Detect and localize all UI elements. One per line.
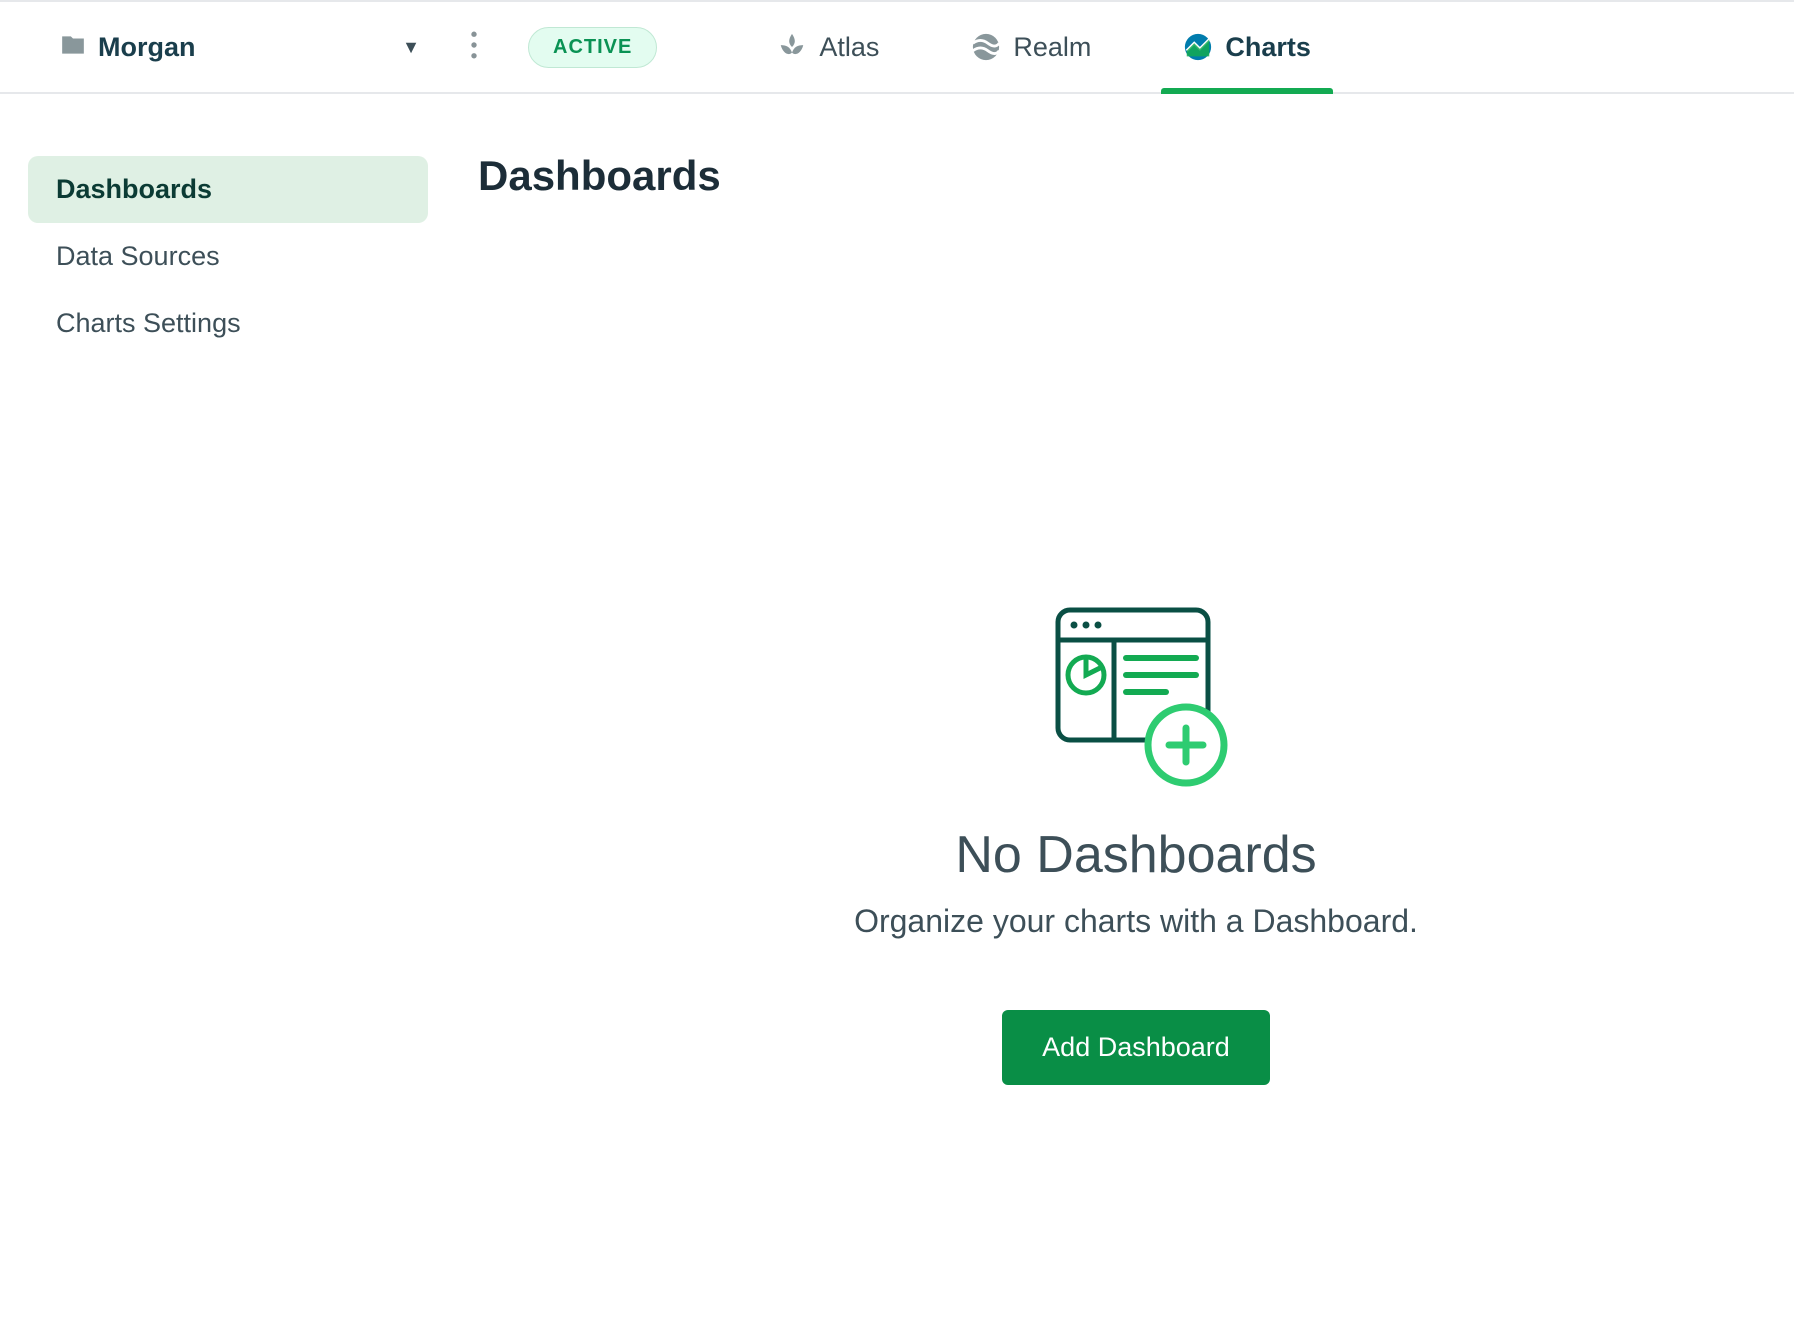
sidebar-item-data-sources[interactable]: Data Sources <box>28 223 428 290</box>
top-tabs: Atlas Realm Charts <box>755 2 1333 92</box>
tab-realm[interactable]: Realm <box>949 2 1113 92</box>
tab-atlas[interactable]: Atlas <box>755 2 901 92</box>
project-name: Morgan <box>98 32 196 63</box>
status-badge: ACTIVE <box>528 27 657 68</box>
main-content: Dashboards <box>428 156 1794 1085</box>
tab-label: Atlas <box>819 32 879 63</box>
empty-state: No Dashboards Organize your charts with … <box>706 600 1566 1085</box>
charts-icon <box>1183 32 1213 62</box>
sidebar-item-label: Data Sources <box>56 241 220 271</box>
tab-label: Charts <box>1225 32 1311 63</box>
empty-state-subtitle: Organize your charts with a Dashboard. <box>854 903 1418 940</box>
sidebar-item-label: Dashboards <box>56 174 212 204</box>
more-menu-button[interactable] <box>458 31 490 64</box>
project-selector[interactable]: Morgan ▼ <box>60 32 430 63</box>
sidebar-item-charts-settings[interactable]: Charts Settings <box>28 290 428 357</box>
sidebar-item-dashboards[interactable]: Dashboards <box>28 156 428 223</box>
atlas-icon <box>777 32 807 62</box>
sidebar-item-label: Charts Settings <box>56 308 241 338</box>
realm-icon <box>971 32 1001 62</box>
folder-icon <box>60 32 86 63</box>
chevron-down-icon: ▼ <box>402 37 420 58</box>
body-area: Dashboards Data Sources Charts Settings … <box>0 94 1794 1085</box>
empty-state-title: No Dashboards <box>955 825 1316 885</box>
add-dashboard-button[interactable]: Add Dashboard <box>1002 1010 1270 1085</box>
dashboard-empty-illustration <box>1036 600 1236 795</box>
tab-label: Realm <box>1013 32 1091 63</box>
tab-charts[interactable]: Charts <box>1161 2 1333 92</box>
app-header: Morgan ▼ ACTIVE Atlas <box>0 0 1794 94</box>
sidebar: Dashboards Data Sources Charts Settings <box>28 156 428 1085</box>
page-title: Dashboards <box>478 152 1794 200</box>
